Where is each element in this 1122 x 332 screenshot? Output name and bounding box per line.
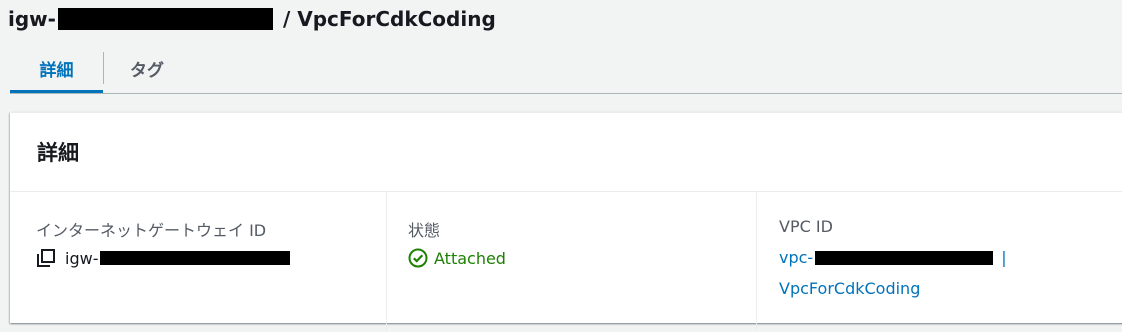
details-panel: 詳細 インターネットゲートウェイ ID igw- 状態 Attached VPC… (10, 112, 1122, 332)
state-label: 状態 (408, 221, 441, 240)
panel-title: 詳細 (37, 141, 79, 165)
vpc-id-field: VPC ID vpc- | VpcForCdkCoding (756, 192, 1122, 332)
tab-tags[interactable]: タグ (104, 46, 190, 90)
state-field: 状態 Attached (386, 192, 757, 332)
tab-details[interactable]: 詳細 (10, 46, 103, 93)
page-title: igw- / VpcForCdkCoding (8, 6, 496, 32)
redacted-vpc-id (815, 250, 994, 265)
igw-id-field: インターネットゲートウェイ ID igw- (36, 192, 386, 332)
redacted-igw-id-value (100, 251, 291, 265)
state-value: Attached (408, 248, 506, 268)
vpc-id-prefix[interactable]: vpc- (779, 248, 813, 267)
redacted-igw-id (57, 8, 273, 30)
vpc-id-link[interactable]: vpc- | (779, 248, 1007, 267)
copy-icon[interactable] (36, 248, 56, 268)
title-suffix: / VpcForCdkCoding (282, 7, 496, 31)
igw-id-label: インターネットゲートウェイ ID (36, 221, 267, 240)
state-text: Attached (434, 248, 506, 268)
vpc-id-label: VPC ID (779, 217, 833, 236)
panel-header: 詳細 (10, 113, 1122, 192)
title-prefix: igw- (8, 7, 56, 31)
igw-id-value: igw- (36, 248, 291, 268)
vpc-separator: | (1001, 248, 1007, 267)
vpc-name-link[interactable]: VpcForCdkCoding (779, 279, 920, 298)
check-circle-icon (408, 248, 428, 268)
tab-bar: 詳細 タグ (10, 46, 1122, 94)
igw-id-prefix: igw- (65, 248, 99, 268)
